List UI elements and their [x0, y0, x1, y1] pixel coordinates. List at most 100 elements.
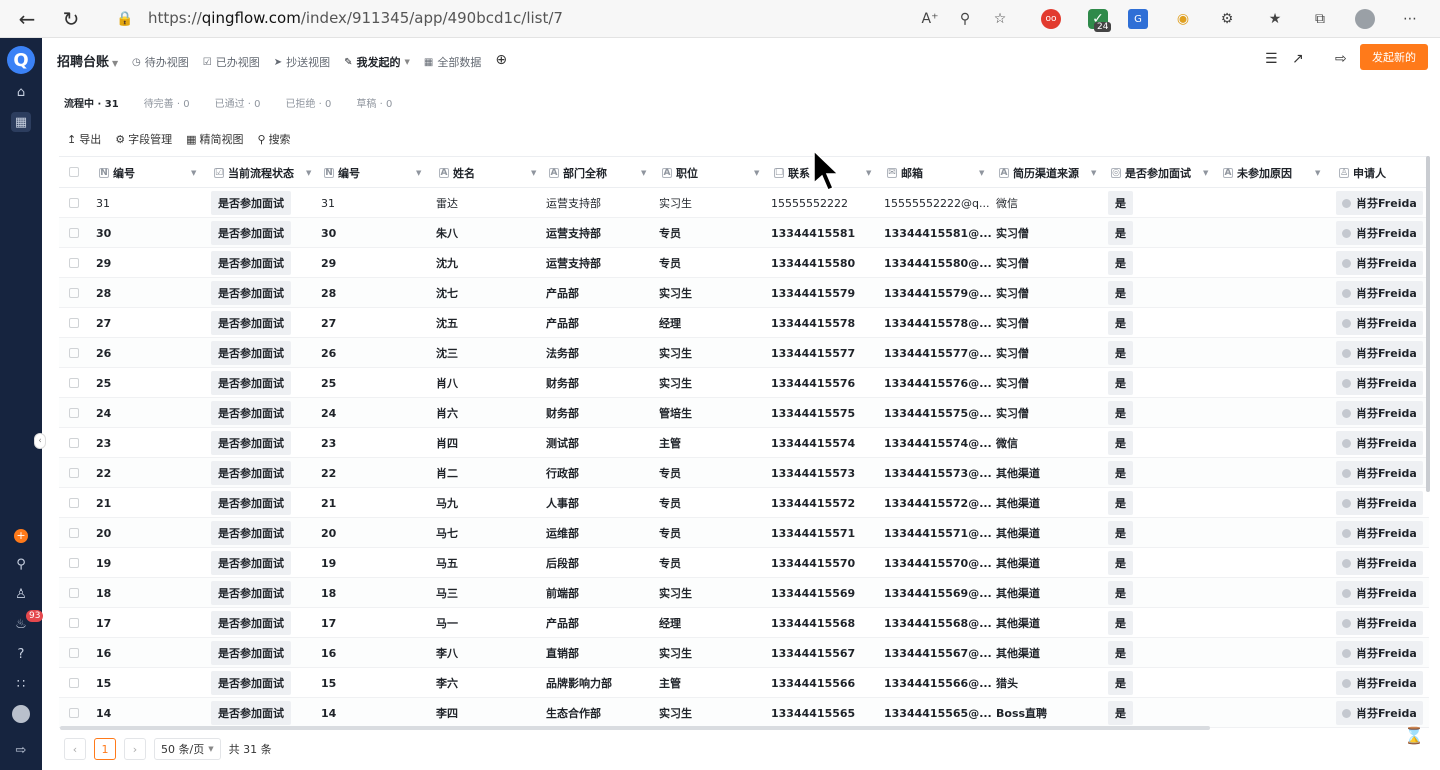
row-checkbox[interactable]	[69, 348, 79, 358]
tab-todo-view[interactable]: ◷ 待办视图	[132, 54, 189, 70]
users-icon[interactable]: ♙	[11, 584, 31, 604]
tab-my-initiated[interactable]: ✎ 我发起的 ▼	[344, 54, 410, 70]
table-row[interactable]: 17 是否参加面试 17 马一 产品部 经理 13344415568 13344415568@…	[59, 608, 1429, 638]
row-checkbox[interactable]	[69, 648, 79, 658]
home-icon[interactable]: ⌂	[11, 82, 31, 102]
help-icon[interactable]: ?	[11, 644, 31, 664]
column-menu-icon[interactable]: ▼	[754, 169, 759, 177]
tab-rejected[interactable]: 已拒绝 · 0	[286, 95, 332, 110]
table-row[interactable]: 19 是否参加面试 19 马五 后段部 专员 13344415570 13344415570@…	[59, 548, 1429, 578]
column-menu-icon[interactable]: ▼	[1315, 169, 1320, 177]
add-view-icon[interactable]: ⊕	[495, 52, 507, 70]
row-checkbox[interactable]	[69, 378, 79, 388]
logo-icon[interactable]: Q	[7, 46, 35, 74]
page-button[interactable]: 1	[94, 738, 116, 760]
reload-icon[interactable]: ↻	[54, 0, 88, 38]
tab-in-progress[interactable]: 流程中 · 31	[64, 95, 119, 110]
table-row[interactable]: 25 是否参加面试 25 肖八 财务部 实习生 13344415576 13344415576…	[59, 368, 1429, 398]
table-row[interactable]: 31 是否参加面试 31 雷达 运营支持部 实习生 15555552222 155555522…	[59, 188, 1429, 218]
tab-all-data[interactable]: ▦ 全部数据	[424, 54, 481, 70]
tab-approved[interactable]: 已通过 · 0	[215, 95, 261, 110]
chart-icon[interactable]: ↗	[1292, 51, 1304, 67]
table-row[interactable]: 16 是否参加面试 16 李八 直销部 实习生 13344415567 13344415567…	[59, 638, 1429, 668]
list-icon[interactable]: ☰	[1265, 51, 1278, 67]
column-menu-icon[interactable]: ▼	[641, 169, 646, 177]
column-header-id-2[interactable]: N 编号 ▼	[324, 157, 434, 189]
table-row[interactable]: 30 是否参加面试 30 朱八 运营支持部 专员 13344415581 1334441558…	[59, 218, 1429, 248]
table-row[interactable]: 24 是否参加面试 24 肖六 财务部 管培生 13344415575 13344415575…	[59, 398, 1429, 428]
row-checkbox[interactable]	[69, 558, 79, 568]
column-header-id[interactable]: N 编号 ▼	[99, 157, 209, 189]
column-menu-icon[interactable]: ▼	[306, 169, 311, 177]
profile-avatar[interactable]	[1355, 9, 1375, 29]
horizontal-scrollbar[interactable]	[60, 726, 1210, 730]
row-checkbox[interactable]	[69, 498, 79, 508]
column-header-applicant[interactable]: ♙ 申请人	[1339, 157, 1429, 189]
row-checkbox[interactable]	[69, 288, 79, 298]
favorites-bar-icon[interactable]: ★	[1265, 9, 1285, 29]
row-checkbox[interactable]	[69, 528, 79, 538]
read-aloud-icon[interactable]: A⁺	[920, 9, 940, 29]
tab-draft[interactable]: 草稿 · 0	[356, 95, 392, 110]
search-button[interactable]: ⚲ 搜索	[258, 131, 291, 147]
translate-icon[interactable]: G	[1128, 9, 1148, 29]
next-page-button[interactable]: ›	[124, 738, 146, 760]
table-row[interactable]: 26 是否参加面试 26 沈三 法务部 实习生 13344415577 13344415577…	[59, 338, 1429, 368]
column-menu-icon[interactable]: ▼	[1203, 169, 1208, 177]
extension-icon-2[interactable]: ◉	[1173, 9, 1193, 29]
row-checkbox[interactable]	[69, 588, 79, 598]
tab-cc-view[interactable]: ➤ 抄送视图	[274, 54, 330, 70]
compact-view-button[interactable]: ▦ 精简视图	[186, 131, 243, 147]
grid-icon[interactable]: ∷	[11, 674, 31, 694]
column-header-resume-source[interactable]: A 简历渠道来源 ▼	[999, 157, 1109, 189]
tab-done-view[interactable]: ☑ 已办视图	[203, 54, 260, 70]
column-header-department[interactable]: A 部门全称 ▼	[549, 157, 659, 189]
row-checkbox[interactable]	[69, 228, 79, 238]
tab-to-complete[interactable]: 待完善 · 0	[144, 95, 190, 110]
table-row[interactable]: 23 是否参加面试 23 肖四 测试部 主管 13344415574 13344415574@…	[59, 428, 1429, 458]
table-row[interactable]: 18 是否参加面试 18 马三 前端部 实习生 13344415569 13344415569…	[59, 578, 1429, 608]
table-row[interactable]: 21 是否参加面试 21 马九 人事部 专员 13344415572 13344415572@…	[59, 488, 1429, 518]
column-header-name[interactable]: A 姓名 ▼	[439, 157, 549, 189]
launch-new-button[interactable]: 发起新的	[1360, 44, 1428, 70]
table-row[interactable]: 28 是否参加面试 28 沈七 产品部 实习生 13344415579 13344415579…	[59, 278, 1429, 308]
zoom-icon[interactable]: ⚲	[955, 9, 975, 29]
lock-icon[interactable]: 🔒	[108, 0, 142, 38]
row-checkbox[interactable]	[69, 468, 79, 478]
column-menu-icon[interactable]: ▼	[531, 169, 536, 177]
column-menu-icon[interactable]: ▼	[191, 169, 196, 177]
table-row[interactable]: 27 是否参加面试 27 沈五 产品部 经理 13344415578 13344415578@…	[59, 308, 1429, 338]
apps-icon[interactable]: ▦	[11, 112, 31, 132]
favorite-icon[interactable]: ☆	[990, 9, 1010, 29]
extension-icon[interactable]: oo	[1041, 9, 1061, 29]
table-row[interactable]: 20 是否参加面试 20 马七 运维部 专员 13344415571 13344415571@…	[59, 518, 1429, 548]
row-checkbox[interactable]	[69, 678, 79, 688]
select-all-checkbox[interactable]	[69, 167, 79, 177]
row-checkbox[interactable]	[69, 618, 79, 628]
puzzle-icon[interactable]: ⚙	[1217, 9, 1237, 29]
avatar[interactable]	[12, 705, 30, 723]
app-title[interactable]: 招聘台账 ▼	[57, 51, 118, 70]
table-row[interactable]: 22 是否参加面试 22 肖二 行政部 专员 13344415573 13344415573@…	[59, 458, 1429, 488]
column-menu-icon[interactable]: ▼	[866, 169, 871, 177]
back-icon[interactable]: ←	[10, 0, 44, 38]
column-header-attended-interview[interactable]: ◎ 是否参加面试 ▼	[1111, 157, 1221, 189]
more-icon[interactable]: ⋯	[1400, 9, 1420, 29]
column-menu-icon[interactable]: ▼	[416, 169, 421, 177]
search-icon[interactable]: ⚲	[11, 554, 31, 574]
export-button[interactable]: ↥ 导出	[67, 131, 101, 147]
column-header-absence-reason[interactable]: A 未参加原因 ▼	[1223, 157, 1333, 189]
prev-page-button[interactable]: ‹	[64, 738, 86, 760]
column-menu-icon[interactable]: ▼	[1091, 169, 1096, 177]
add-icon[interactable]: +	[14, 529, 28, 543]
table-row[interactable]: 14 是否参加面试 14 李四 生态合作部 实习生 13344415565 133444155…	[59, 698, 1429, 728]
row-checkbox[interactable]	[69, 198, 79, 208]
row-checkbox[interactable]	[69, 438, 79, 448]
table-row[interactable]: 29 是否参加面试 29 沈九 运营支持部 专员 13344415580 1334441558…	[59, 248, 1429, 278]
column-header-flow-status[interactable]: ☑ 当前流程状态 ▼	[214, 157, 324, 189]
exit-icon[interactable]: ⇨	[1335, 51, 1347, 67]
row-checkbox[interactable]	[69, 408, 79, 418]
column-menu-icon[interactable]: ▼	[979, 169, 984, 177]
collections-icon[interactable]: ⧉	[1310, 9, 1330, 29]
row-checkbox[interactable]	[69, 708, 79, 718]
